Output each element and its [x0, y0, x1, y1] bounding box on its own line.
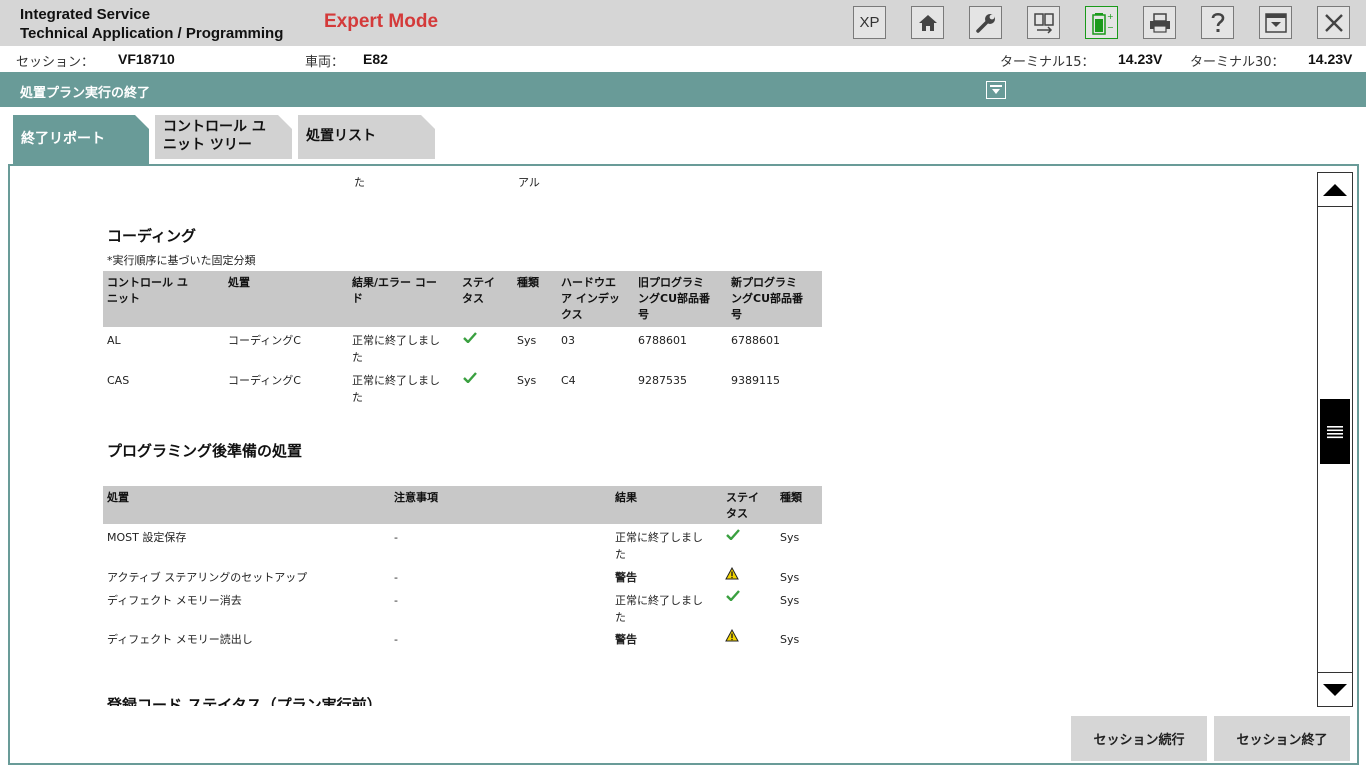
chevron-down-icon [990, 85, 1002, 94]
col-status: ステイ タス [726, 491, 759, 520]
window-button[interactable] [1259, 6, 1292, 39]
scroll-down-button[interactable] [1318, 672, 1352, 706]
swap-icon [1033, 12, 1054, 34]
help-icon [1211, 12, 1224, 32]
session-bar: セッション： VF18710 車両： E82 ターミナル15： 14.23V タ… [0, 46, 1366, 72]
xp-button[interactable]: XP [853, 6, 886, 39]
grip-icon [1327, 425, 1343, 438]
help-button[interactable] [1201, 6, 1234, 39]
header-bar: 処置プラン実行の終了 [0, 72, 1366, 107]
scroll-up-button[interactable] [1318, 173, 1352, 207]
terminal30-label: ターミナル30： [1190, 55, 1285, 70]
report-panel: た アル コーディング *実行順序に基づいた固定分類 コントロール ユニット 処… [8, 164, 1359, 765]
arrow-down-icon [1323, 683, 1347, 696]
battery-button[interactable]: + − [1085, 6, 1118, 39]
arrow-up-icon [1323, 183, 1347, 196]
check-icon [463, 332, 477, 343]
printer-icon [1149, 12, 1170, 33]
warning-icon [725, 629, 739, 642]
tab-final-report-label: 終了リポート [21, 131, 105, 147]
title-bar: Integrated Service Technical Application… [0, 0, 1366, 46]
col-hw-index: ハードウエア インデッ クス [561, 276, 620, 321]
swap-button[interactable] [1027, 6, 1060, 39]
vehicle-value: E82 [363, 51, 388, 67]
end-session-button[interactable]: セッション終了 [1214, 716, 1350, 761]
collapse-header-button[interactable] [986, 81, 1006, 99]
expert-mode-label: Expert Mode [324, 11, 439, 32]
terminal30-value: 14.23V [1308, 51, 1353, 67]
scroll-thumb[interactable] [1320, 399, 1350, 464]
xp-icon: XP [859, 14, 880, 31]
tab-final-report[interactable]: 終了リポート [13, 115, 149, 166]
wrench-icon [975, 13, 995, 33]
coding-heading: コーディング [107, 227, 196, 245]
print-button[interactable] [1143, 6, 1176, 39]
vertical-scrollbar[interactable] [1317, 172, 1353, 707]
col-notes: 注意事項 [394, 491, 438, 504]
window-icon [1264, 12, 1287, 33]
warning-icon [725, 567, 739, 580]
col-type: 種類 [780, 491, 802, 504]
tab-control-unit-tree-label: コントロール ユ ニット ツリー [163, 119, 266, 153]
close-button[interactable] [1317, 6, 1350, 39]
col-control-unit: コントロール ユニット [107, 276, 188, 305]
close-icon [1324, 13, 1343, 32]
col-result: 結果/エラー コード [352, 276, 437, 305]
post-programming-heading: プログラミング後準備の処置 [107, 442, 303, 460]
tab-control-unit-tree[interactable]: コントロール ユ ニット ツリー [155, 115, 292, 159]
tab-measure-list[interactable]: 処置リスト [298, 115, 435, 159]
fragment-text: アル [518, 176, 540, 189]
col-new-part: 新プログラミ ングCU部品番号 [731, 276, 804, 321]
home-icon [918, 14, 937, 31]
terminal15-value: 14.23V [1118, 51, 1163, 67]
fault-code-status-heading: 登録コード ステイタス（プラン実行前） [107, 696, 382, 706]
svg-text:−: − [1107, 23, 1113, 32]
continue-session-button[interactable]: セッション続行 [1071, 716, 1207, 761]
col-measure: 処置 [228, 276, 250, 289]
vehicle-label: 車両： [305, 55, 345, 70]
check-icon [726, 590, 740, 601]
tab-measure-list-label: 処置リスト [306, 128, 376, 144]
col-old-part: 旧プログラミ ングCU部品番号 [638, 276, 711, 321]
fragment-text: た [354, 176, 365, 189]
app-title: Integrated Service Technical Application… [20, 5, 283, 43]
col-type: 種類 [517, 276, 539, 289]
coding-note: *実行順序に基づいた固定分類 [107, 254, 256, 267]
session-label: セッション： [16, 55, 95, 70]
battery-icon: + − [1091, 12, 1113, 35]
post-table-header [103, 486, 822, 524]
report-content: た アル コーディング *実行順序に基づいた固定分類 コントロール ユニット 処… [10, 166, 1310, 706]
col-result: 結果 [615, 491, 637, 504]
col-measure: 処置 [107, 491, 129, 504]
check-icon [726, 529, 740, 540]
terminal15-label: ターミナル15： [1000, 55, 1095, 70]
col-status: ステイ タス [462, 276, 495, 305]
page-title: 処置プラン実行の終了 [20, 86, 151, 101]
session-value: VF18710 [118, 51, 175, 67]
home-button[interactable] [911, 6, 944, 39]
app-title-line1: Integrated Service [20, 6, 151, 23]
svg-text:+: + [1107, 12, 1113, 21]
check-icon [463, 372, 477, 383]
service-button[interactable] [969, 6, 1002, 39]
app-title-line2: Technical Application / Programming [20, 25, 284, 42]
